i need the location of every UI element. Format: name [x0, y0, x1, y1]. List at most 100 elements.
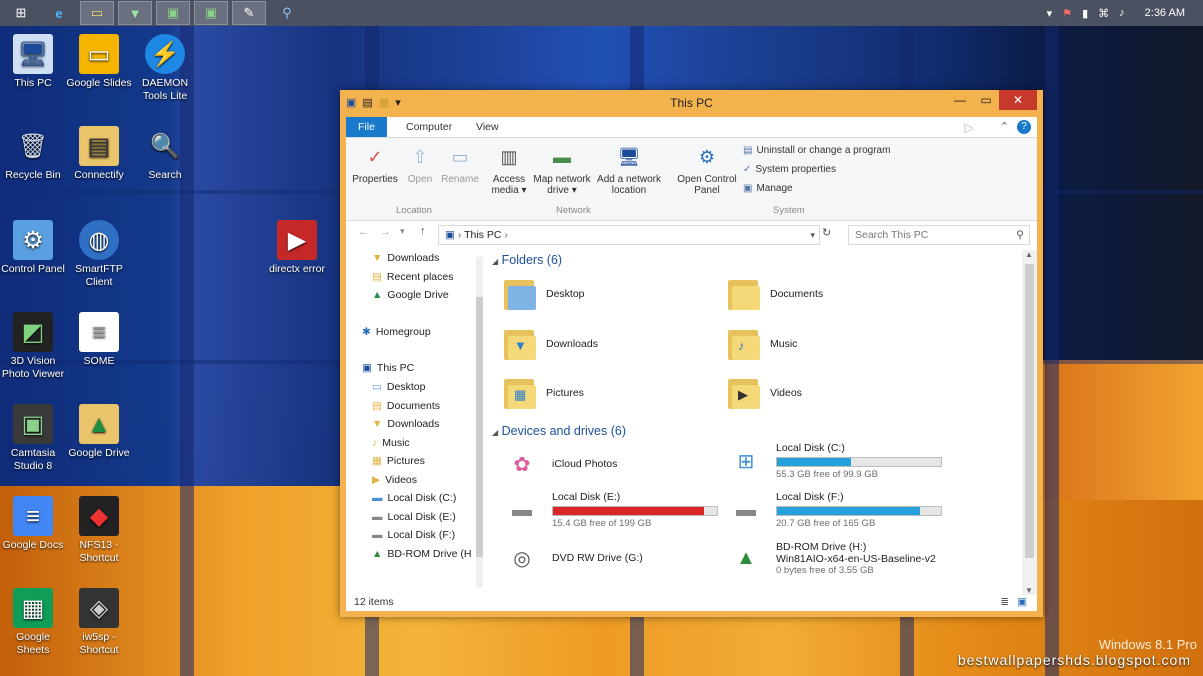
nav-item[interactable]: ▲ Google Drive [372, 289, 449, 301]
nav-item[interactable]: ✱ Homegroup [362, 326, 431, 338]
up-arrow-icon[interactable]: ↑ [420, 225, 426, 237]
network-icon[interactable]: ⌘ [1098, 7, 1109, 20]
recent-chevron-icon[interactable]: ▾ [400, 226, 405, 237]
open-control-panel-button[interactable]: ⚙ Open Control Panel [674, 144, 740, 197]
app-button-1[interactable]: ▼ [118, 1, 152, 25]
desktop-icon-google-slides[interactable]: ▭ Google Slides [66, 34, 132, 90]
map-network-drive-button[interactable]: ▬ Map network drive ▾ [530, 144, 594, 197]
app-button-4[interactable]: ✎ [232, 1, 266, 25]
folder-item-downloads[interactable]: ▼ Downloads [504, 326, 598, 362]
battery-icon[interactable]: ▮ [1082, 7, 1088, 20]
manage-link[interactable]: ▣ Manage [743, 183, 793, 194]
app-button-2[interactable]: ▣ [156, 1, 190, 25]
nav-scrollbar[interactable] [476, 257, 483, 587]
desktop-icon-iw5sp[interactable]: ◈ iw5sp - Shortcut [66, 588, 132, 657]
folder-item-pictures[interactable]: ▦ Pictures [504, 375, 584, 411]
desktop-icon-recycle-bin[interactable]: 🗑 Recycle Bin [0, 126, 66, 182]
flag-icon[interactable]: ⚑ [1062, 7, 1072, 20]
details-view-icon[interactable]: ≣ [1000, 596, 1009, 608]
tab-computer[interactable]: Computer [394, 117, 464, 137]
chevron-down-icon[interactable]: ▾ [1047, 7, 1053, 20]
search-input[interactable]: Search This PC [855, 229, 928, 241]
documents-folder-icon: ▤ [372, 400, 382, 412]
start-button[interactable]: ⊞ [4, 1, 38, 25]
nav-item[interactable]: ▭ Desktop [372, 381, 425, 393]
nav-item[interactable]: ▦ Pictures [372, 455, 425, 467]
nav-item[interactable]: ▤ Documents [372, 400, 440, 412]
app-button-3[interactable]: ▣ [194, 1, 228, 25]
desktop-icon-some[interactable]: ≡ SOME [66, 312, 132, 368]
device-item-local-disk-e[interactable]: ▬ Local Disk (E:) 15.4 GB free of 199 GB [500, 491, 718, 529]
nav-item[interactable]: ▣ This PC [362, 362, 414, 374]
device-item-local-disk-f[interactable]: ▬ Local Disk (F:) 20.7 GB free of 165 GB [724, 491, 942, 529]
desktop-icon-3d-vision[interactable]: ◩ 3D Vision Photo Viewer [0, 312, 66, 381]
desktop-icon-this-pc[interactable]: 🖥 This PC [0, 34, 66, 90]
help-icon[interactable]: ? [1017, 120, 1031, 134]
clock[interactable]: 2:36 AM [1145, 7, 1185, 19]
nav-item[interactable]: ▬ Local Disk (F:) [372, 529, 455, 541]
search-box[interactable]: Search This PC ⚲ [848, 225, 1030, 245]
folder-item-desktop[interactable]: Desktop [504, 276, 585, 312]
forward-arrow-icon[interactable]: → [380, 226, 391, 238]
open-button[interactable]: ⇧ Open [402, 144, 438, 186]
device-item-local-disk-c[interactable]: ⊞ Local Disk (C:) 55.3 GB free of 99.9 G… [724, 442, 942, 480]
search-button[interactable]: ⚲ [270, 1, 304, 25]
folder-item-documents[interactable]: Documents [728, 276, 823, 312]
nav-item[interactable]: ▲ BD-ROM Drive (H [372, 548, 471, 560]
google-drive-icon: ▲ [79, 404, 119, 444]
volume-icon[interactable]: ♪ [1119, 7, 1125, 19]
collapse-ribbon-icon[interactable]: ⌃ [1000, 120, 1009, 133]
desktop-icon-google-docs[interactable]: ≡ Google Docs [0, 496, 66, 552]
desktop-icon-smartftp[interactable]: ◍ SmartFTP Client [66, 220, 132, 289]
content-scrollbar-thumb[interactable] [1025, 264, 1034, 558]
breadcrumb-this-pc[interactable]: This PC [464, 229, 501, 241]
nav-item[interactable]: ▼ Downloads [372, 252, 439, 264]
tab-file[interactable]: File [346, 117, 387, 137]
folders-group-header[interactable]: ◢ Folders (6) [492, 253, 562, 267]
desktop-icon-nfs13[interactable]: ◆ NFS13 - Shortcut [66, 496, 132, 565]
desktop-icon-search[interactable]: 🔍 Search [132, 126, 198, 182]
scroll-down-icon[interactable]: ▼ [1025, 586, 1033, 595]
large-icons-view-icon[interactable]: ▣ [1017, 596, 1027, 608]
refresh-icon[interactable]: ↻ [822, 226, 831, 239]
desktop-icon-connectify[interactable]: ▤ Connectify [66, 126, 132, 182]
device-item-dvd-rw-drive[interactable]: ◎ DVD RW Drive (G:) [500, 540, 643, 576]
back-arrow-icon[interactable]: ← [358, 226, 369, 238]
nav-item[interactable]: ▼ Downloads [372, 418, 439, 430]
folder-item-videos[interactable]: ▶ Videos [728, 375, 802, 411]
nav-item[interactable]: ▬ Local Disk (C:) [372, 492, 456, 504]
desktop-icon-directx-error[interactable]: ▶ directx error [264, 220, 330, 276]
uninstall-program-link[interactable]: ▤ Uninstall or change a program [743, 145, 890, 156]
devices-group-header[interactable]: ◢ Devices and drives (6) [492, 424, 626, 438]
desktop-icon-google-drive[interactable]: ▲ Google Drive [66, 404, 132, 460]
system-properties-link[interactable]: ✓ System properties [743, 164, 836, 175]
desktop-icon-camtasia[interactable]: ▣ Camtasia Studio 8 [0, 404, 66, 473]
desktop-icon-daemon-tools[interactable]: ⚡ DAEMON Tools Lite [132, 34, 198, 103]
file-explorer-button[interactable]: ▭ [80, 1, 114, 25]
desktop-icon-control-panel[interactable]: ⚙ Control Panel [0, 220, 66, 276]
add-network-location-button[interactable]: 🖥 Add a network location [594, 144, 664, 197]
scroll-up-icon[interactable]: ▲ [1025, 250, 1033, 259]
address-box[interactable]: ▣ › This PC › ▾ [438, 225, 820, 245]
rename-button[interactable]: ▭ Rename [440, 144, 480, 186]
address-dropdown-icon[interactable]: ▾ [810, 226, 815, 244]
minimize-button[interactable]: — [947, 90, 973, 110]
title-bar[interactable]: ▣ ▤ ▦ ▾ This PC — ▭ ✕ [340, 90, 1043, 116]
tab-view[interactable]: View [464, 117, 511, 137]
ie-button[interactable]: e [42, 1, 76, 25]
downloads-folder-icon: ▼ [504, 326, 538, 362]
desktop-icon-google-sheets[interactable]: ▦ Google Sheets [0, 588, 66, 657]
nav-item[interactable]: ♪ Music [372, 437, 410, 449]
device-item-bd-rom-drive[interactable]: ▲ BD-ROM Drive (H:) Win81AIO-x64-en-US-B… [724, 540, 936, 576]
maximize-button[interactable]: ▭ [973, 90, 999, 110]
close-button[interactable]: ✕ [999, 90, 1037, 110]
properties-button[interactable]: ✓ Properties [352, 144, 398, 186]
nav-item[interactable]: ▤ Recent places [372, 271, 453, 283]
content-scrollbar[interactable]: ▲ ▼ [1022, 250, 1037, 595]
access-media-button[interactable]: ▥ Access media ▾ [488, 144, 530, 197]
nav-scrollbar-thumb[interactable] [476, 297, 483, 557]
device-item-icloud-photos[interactable]: ✿ iCloud Photos [500, 446, 618, 482]
folder-item-music[interactable]: ♪ Music [728, 326, 797, 362]
nav-item[interactable]: ▬ Local Disk (E:) [372, 511, 456, 523]
nav-item[interactable]: ▶ Videos [372, 474, 417, 486]
